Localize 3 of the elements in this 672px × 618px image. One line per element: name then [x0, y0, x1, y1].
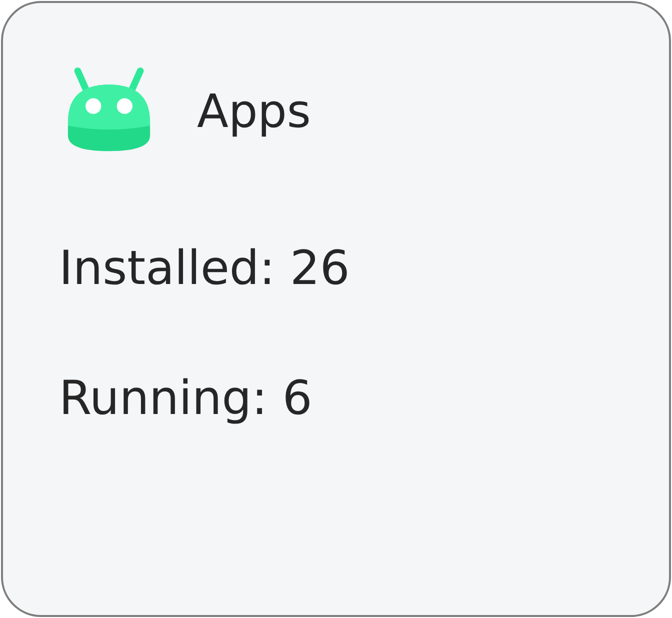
stat-text: Running: 6	[59, 371, 312, 427]
card-title: Apps	[197, 84, 311, 138]
stat-text: Installed: 26	[59, 241, 350, 297]
